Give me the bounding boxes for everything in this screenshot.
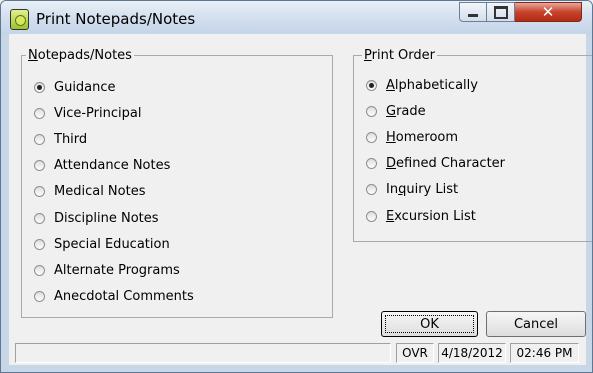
close-icon: ✕ xyxy=(541,3,555,21)
dialog-body: Notepads/Notes Guidance Vice-Principal Thi… xyxy=(9,34,592,365)
radio-label: Alphabetically xyxy=(386,77,478,93)
radio-label: Vice-Principal xyxy=(54,105,142,121)
maximize-button[interactable] xyxy=(487,2,515,22)
radio-button[interactable] xyxy=(34,186,45,198)
radio-label: Defined Character xyxy=(386,156,506,172)
radio-label: Guidance xyxy=(54,79,116,95)
radio-label: Alternate Programs xyxy=(54,262,180,278)
notes-option-8[interactable]: Anecdotal Comments xyxy=(34,288,194,306)
notes-option-3[interactable]: Attendance Notes xyxy=(34,157,170,175)
cancel-button[interactable]: Cancel xyxy=(486,311,586,337)
radio-button[interactable] xyxy=(366,210,377,222)
status-time-panel: 02:46 PM xyxy=(510,343,579,363)
radio-button[interactable] xyxy=(366,158,377,170)
notepads-notes-group: Notepads/Notes Guidance Vice-Principal Thi… xyxy=(21,48,333,318)
radio-label: Third xyxy=(54,131,88,147)
radio-button[interactable] xyxy=(34,81,45,93)
print-notepads-window: Print Notepads/Notes ✕ Notepads/Notes Gu… xyxy=(0,0,593,373)
radio-label: Anecdotal Comments xyxy=(54,289,194,305)
radio-button[interactable] xyxy=(34,160,45,172)
notes-option-1[interactable]: Vice-Principal xyxy=(34,104,141,122)
window-title: Print Notepads/Notes xyxy=(36,10,196,28)
radio-label: Excursion List xyxy=(386,208,476,224)
radio-button[interactable] xyxy=(366,131,377,143)
radio-button[interactable] xyxy=(34,238,45,250)
status-mode-panel: OVR xyxy=(396,343,434,363)
radio-button[interactable] xyxy=(366,105,377,117)
radio-label: Inquiry List xyxy=(386,182,459,198)
minimize-icon xyxy=(468,14,478,17)
notes-option-4[interactable]: Medical Notes xyxy=(34,183,145,201)
minimize-button[interactable] xyxy=(459,2,487,22)
notepads-notes-legend: Notepads/Notes xyxy=(26,48,134,63)
radio-button[interactable] xyxy=(34,212,45,224)
order-option-2[interactable]: Homeroom xyxy=(366,128,458,146)
order-option-0[interactable]: Alphabetically xyxy=(366,76,478,94)
radio-button[interactable] xyxy=(366,79,377,91)
radio-label: Discipline Notes xyxy=(54,210,159,226)
notes-option-5[interactable]: Discipline Notes xyxy=(34,209,159,227)
radio-button[interactable] xyxy=(34,291,45,303)
order-option-4[interactable]: Inquiry List xyxy=(366,181,458,199)
print-order-legend: Print Order xyxy=(362,48,437,63)
app-icon xyxy=(10,9,29,30)
order-option-3[interactable]: Defined Character xyxy=(366,155,505,173)
radio-label: Attendance Notes xyxy=(54,158,171,174)
status-message-panel xyxy=(15,343,391,363)
radio-label: Special Education xyxy=(54,236,170,252)
radio-label: Medical Notes xyxy=(54,184,146,200)
notes-option-7[interactable]: Alternate Programs xyxy=(34,261,180,279)
close-button[interactable]: ✕ xyxy=(515,2,582,22)
order-option-5[interactable]: Excursion List xyxy=(366,207,476,225)
notes-option-2[interactable]: Third xyxy=(34,130,87,148)
radio-label: Homeroom xyxy=(386,129,459,145)
radio-button[interactable] xyxy=(34,107,45,119)
radio-button[interactable] xyxy=(34,264,45,276)
ok-button[interactable]: OK xyxy=(381,311,478,337)
notes-option-6[interactable]: Special Education xyxy=(34,235,170,253)
notes-option-0[interactable]: Guidance xyxy=(34,78,116,96)
order-option-1[interactable]: Grade xyxy=(366,102,426,120)
maximize-icon xyxy=(493,5,508,19)
radio-button[interactable] xyxy=(34,133,45,145)
radio-button[interactable] xyxy=(366,184,377,196)
print-order-group: Print Order Alphabetically Grade Homeroom D… xyxy=(353,48,592,242)
title-bar[interactable]: Print Notepads/Notes ✕ xyxy=(1,1,592,35)
status-date-panel: 4/18/2012 xyxy=(438,343,506,363)
radio-label: Grade xyxy=(386,103,426,119)
